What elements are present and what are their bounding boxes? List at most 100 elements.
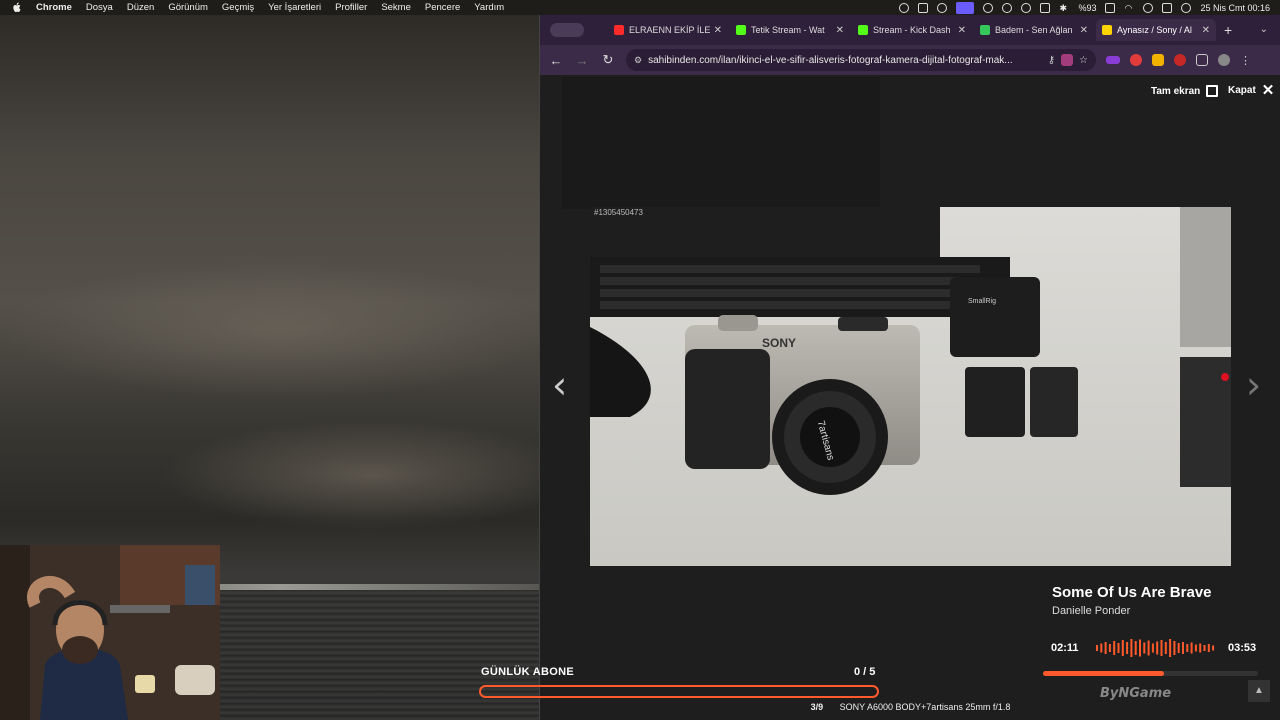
siri-icon[interactable] — [1181, 2, 1192, 13]
menu-clock[interactable]: 25 Nis Cmt 00:16 — [1200, 3, 1270, 13]
sahibinden-icon — [1102, 25, 1112, 35]
kick-icon — [736, 25, 746, 35]
tab-label: Stream - Kick Dash — [873, 25, 951, 35]
image-id: #1305450473 — [594, 208, 643, 217]
close-icon: ✕ — [1261, 82, 1275, 99]
menu-item-file[interactable]: Dosya — [86, 2, 113, 13]
now-playing-title: Some Of Us Are Brave — [1052, 584, 1212, 601]
now-playing-elapsed: 02:11 — [1051, 642, 1079, 654]
waveform-bar — [1212, 645, 1215, 651]
apple-menu-icon[interactable] — [12, 2, 22, 13]
status-icon[interactable] — [1002, 2, 1013, 13]
camera-brand-text: SONY — [762, 336, 796, 350]
tab-label: ELRAENN EKİP İLE — [629, 25, 710, 35]
image-caption: 3/9 SONY A6000 BODY+7artisans 25mm f/1.8 — [540, 702, 1280, 720]
charger-brand-text: SmallRig — [968, 298, 996, 305]
subscriber-goal-label: GÜNLÜK ABONE — [481, 666, 575, 678]
tab-item[interactable]: Stream - Kick Dash ✕ — [852, 19, 972, 41]
control-center-icon[interactable] — [1162, 2, 1173, 13]
scroll-top-button[interactable]: ▲ — [1248, 680, 1270, 702]
menu-item-bookmarks[interactable]: Yer İşaretleri — [268, 2, 321, 13]
waveform-bar — [1203, 645, 1206, 651]
waveform-bar — [1190, 642, 1193, 654]
extension-icon[interactable] — [1174, 54, 1186, 66]
menu-item-help[interactable]: Yardım — [474, 2, 504, 13]
new-tab-button[interactable]: + — [1224, 22, 1232, 38]
tab-item[interactable]: ELRAENN EKİP İLE ✕ — [608, 19, 728, 41]
search-icon[interactable] — [1143, 2, 1154, 13]
forward-button[interactable]: → — [574, 53, 590, 68]
close-button[interactable]: Kapat ✕ — [1228, 82, 1275, 99]
waveform-bar — [1104, 642, 1107, 654]
waveform-bar — [1113, 641, 1116, 655]
wifi-icon[interactable]: ◠ — [1124, 3, 1134, 13]
next-image-button[interactable]: › — [1246, 363, 1261, 407]
extension-icon[interactable] — [1106, 56, 1120, 64]
menu-item-window[interactable]: Pencere — [425, 2, 460, 13]
waveform-bar — [1173, 641, 1176, 655]
tab-item[interactable]: Badem - Sen Ağlan ✕ — [974, 19, 1094, 41]
extensions-puzzle-icon[interactable] — [1196, 54, 1208, 66]
screen-record-icon[interactable] — [956, 1, 975, 14]
menu-item-edit[interactable]: Düzen — [127, 2, 154, 13]
wallpaper-cloud — [0, 260, 560, 400]
bookmark-star-icon[interactable]: ☆ — [1079, 55, 1088, 66]
close-icon[interactable]: ✕ — [714, 25, 722, 36]
waveform-bar — [1117, 643, 1120, 653]
menu-item-profiles[interactable]: Profiller — [335, 2, 367, 13]
play-icon[interactable] — [983, 2, 994, 13]
fullscreen-button[interactable]: Tam ekran — [1151, 85, 1219, 97]
waveform-bar — [1164, 642, 1167, 654]
extension-icon[interactable] — [1130, 54, 1142, 66]
tab-item[interactable]: Tetik Stream - Wat ✕ — [730, 19, 850, 41]
audio-waveform-icon — [1096, 639, 1215, 657]
now-playing-progress — [1043, 671, 1258, 676]
waveform-bar — [1207, 644, 1210, 652]
waveform-bar — [1160, 640, 1163, 656]
waveform-bar — [1199, 643, 1202, 653]
chevron-down-icon[interactable]: ⌄ — [1260, 24, 1268, 35]
tab-item-active[interactable]: Aynasız / Sony / Al ✕ — [1096, 19, 1216, 41]
waveform-bar — [1186, 644, 1189, 652]
kebab-menu-icon[interactable]: ⋮ — [1240, 54, 1251, 67]
key-icon[interactable]: ⚷ — [1048, 55, 1055, 66]
address-bar[interactable]: ⚙ sahibinden.com/ilan/ikinci-el-ve-sifir… — [626, 49, 1096, 71]
url-text[interactable]: sahibinden.com/ilan/ikinci-el-ve-sifir-a… — [648, 55, 1042, 66]
reload-button[interactable]: ↻ — [600, 52, 616, 68]
status-icon[interactable] — [937, 2, 948, 13]
close-icon[interactable]: ✕ — [958, 25, 966, 36]
battery-percent[interactable]: %93 — [1078, 3, 1096, 13]
close-icon[interactable]: ✕ — [836, 25, 844, 36]
avatar[interactable] — [1218, 54, 1230, 66]
waveform-bar — [1139, 639, 1141, 657]
subscriber-goal-bar — [479, 685, 879, 698]
browser-toolbar: ← → ↻ ⚙ sahibinden.com/ilan/ikinci-el-ve… — [540, 45, 1280, 75]
menu-item-tab[interactable]: Sekme — [381, 2, 411, 13]
extension-icon[interactable] — [1152, 54, 1164, 66]
menu-item-history[interactable]: Geçmiş — [222, 2, 254, 13]
previous-image-button[interactable]: ‹ — [552, 363, 567, 407]
status-icon[interactable] — [1021, 2, 1032, 13]
listing-thumbnail — [562, 77, 880, 209]
waveform-bar — [1169, 639, 1172, 657]
kick-icon — [858, 25, 868, 35]
menu-item-view[interactable]: Görünüm — [168, 2, 208, 13]
status-icon[interactable] — [1040, 2, 1051, 13]
tab-search-button[interactable] — [550, 23, 584, 37]
now-playing-progress-fill — [1043, 671, 1164, 676]
back-button[interactable]: ← — [548, 53, 564, 68]
waveform-bar — [1126, 642, 1129, 654]
status-icon[interactable] — [918, 2, 929, 13]
waveform-bar — [1151, 643, 1154, 653]
tab-label: Badem - Sen Ağlan — [995, 25, 1073, 35]
music-icon — [980, 25, 990, 35]
screenshot-icon[interactable] — [1061, 54, 1074, 66]
bluetooth-icon[interactable]: ✱ — [1059, 3, 1069, 13]
close-icon[interactable]: ✕ — [1202, 25, 1210, 36]
menu-extras: ✱ %93 ◠ 25 Nis Cmt 00:16 — [899, 0, 1270, 15]
battery-icon[interactable] — [1105, 2, 1116, 13]
menu-app-name[interactable]: Chrome — [36, 2, 72, 13]
site-info-icon[interactable]: ⚙ — [634, 55, 642, 66]
status-icon[interactable] — [899, 2, 910, 13]
close-icon[interactable]: ✕ — [1080, 25, 1088, 36]
